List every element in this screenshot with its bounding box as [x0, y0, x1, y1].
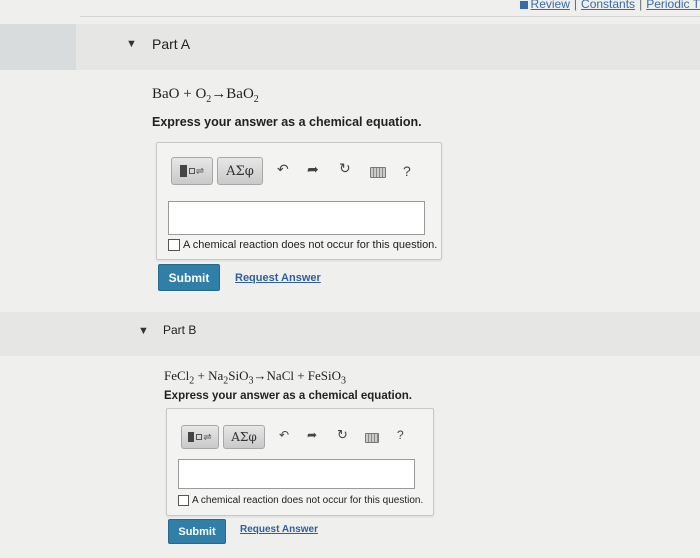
part-b-answer-panel: ⇌ ΑΣφ ↶ ➦ ↻ ? A chemical reaction does n…	[166, 408, 434, 516]
top-bar: Review | Constants | Periodic T	[0, 0, 700, 22]
undo-icon[interactable]: ↶	[277, 161, 289, 178]
templates-button[interactable]: ⇌	[171, 157, 213, 185]
top-divider	[80, 16, 700, 17]
greek-symbols-button[interactable]: ΑΣφ	[223, 425, 265, 449]
part-a-request-answer-link[interactable]: Request Answer	[235, 272, 321, 284]
part-b-submit-button[interactable]: Submit	[168, 519, 226, 544]
chevron-down-icon[interactable]: ▼	[126, 38, 137, 50]
part-b-equation: FeCl2 + Na2SiO3→NaCl + FeSiO3	[164, 368, 347, 387]
part-a-title[interactable]: Part A	[152, 36, 190, 52]
separator: |	[639, 0, 643, 11]
part-b-answer-input[interactable]	[178, 459, 415, 489]
redo-icon[interactable]: ➦	[307, 161, 319, 178]
part-b-header[interactable]	[0, 312, 700, 356]
left-shade	[0, 24, 76, 70]
help-icon[interactable]: ?	[397, 428, 404, 442]
chevron-down-icon[interactable]: ▼	[138, 325, 149, 337]
separator: |	[573, 0, 578, 11]
template-block-icon	[179, 165, 187, 177]
help-icon[interactable]: ?	[403, 163, 411, 179]
part-b-title[interactable]: Part B	[163, 323, 196, 337]
part-b-instruction: Express your answer as a chemical equati…	[164, 390, 412, 402]
periodic-table-link[interactable]: Periodic T	[646, 0, 700, 11]
template-block-icon	[188, 432, 195, 442]
templates-button[interactable]: ⇌	[181, 425, 219, 449]
template-arrow-icon: ⇌	[195, 165, 205, 177]
part-a-answer-panel: ⇌ ΑΣφ ↶ ➦ ↻ ? A chemical reaction does n…	[156, 142, 442, 260]
part-b-request-answer-link[interactable]: Request Answer	[240, 524, 318, 535]
template-box-icon	[196, 434, 203, 440]
review-icon	[519, 0, 528, 9]
no-reaction-label: A chemical reaction does not occur for t…	[192, 495, 424, 506]
reset-icon[interactable]: ↻	[337, 427, 348, 443]
part-b-no-reaction[interactable]: A chemical reaction does not occur for t…	[178, 495, 423, 506]
part-a-answer-input[interactable]	[168, 201, 425, 235]
reset-icon[interactable]: ↻	[339, 160, 351, 177]
part-a-instruction: Express your answer as a chemical equati…	[152, 115, 422, 129]
top-links: Review | Constants | Periodic T	[519, 0, 700, 11]
part-a-header[interactable]	[0, 24, 700, 70]
template-box-icon	[188, 168, 195, 174]
no-reaction-checkbox[interactable]	[178, 495, 189, 506]
keyboard-icon[interactable]	[365, 433, 379, 443]
part-a-equation: BaO + O2→BaO2	[152, 86, 259, 105]
no-reaction-checkbox[interactable]	[168, 239, 180, 251]
review-link[interactable]: Review	[531, 0, 570, 11]
redo-icon[interactable]: ➦	[307, 428, 317, 442]
greek-symbols-button[interactable]: ΑΣφ	[217, 157, 263, 185]
no-reaction-label: A chemical reaction does not occur for t…	[183, 239, 438, 251]
undo-icon[interactable]: ↶	[279, 428, 289, 442]
part-a-no-reaction[interactable]: A chemical reaction does not occur for t…	[168, 239, 437, 251]
keyboard-icon[interactable]	[370, 167, 386, 178]
template-arrow-icon: ⇌	[203, 431, 212, 443]
constants-link[interactable]: Constants	[581, 0, 635, 11]
part-a-submit-button[interactable]: Submit	[158, 264, 220, 291]
